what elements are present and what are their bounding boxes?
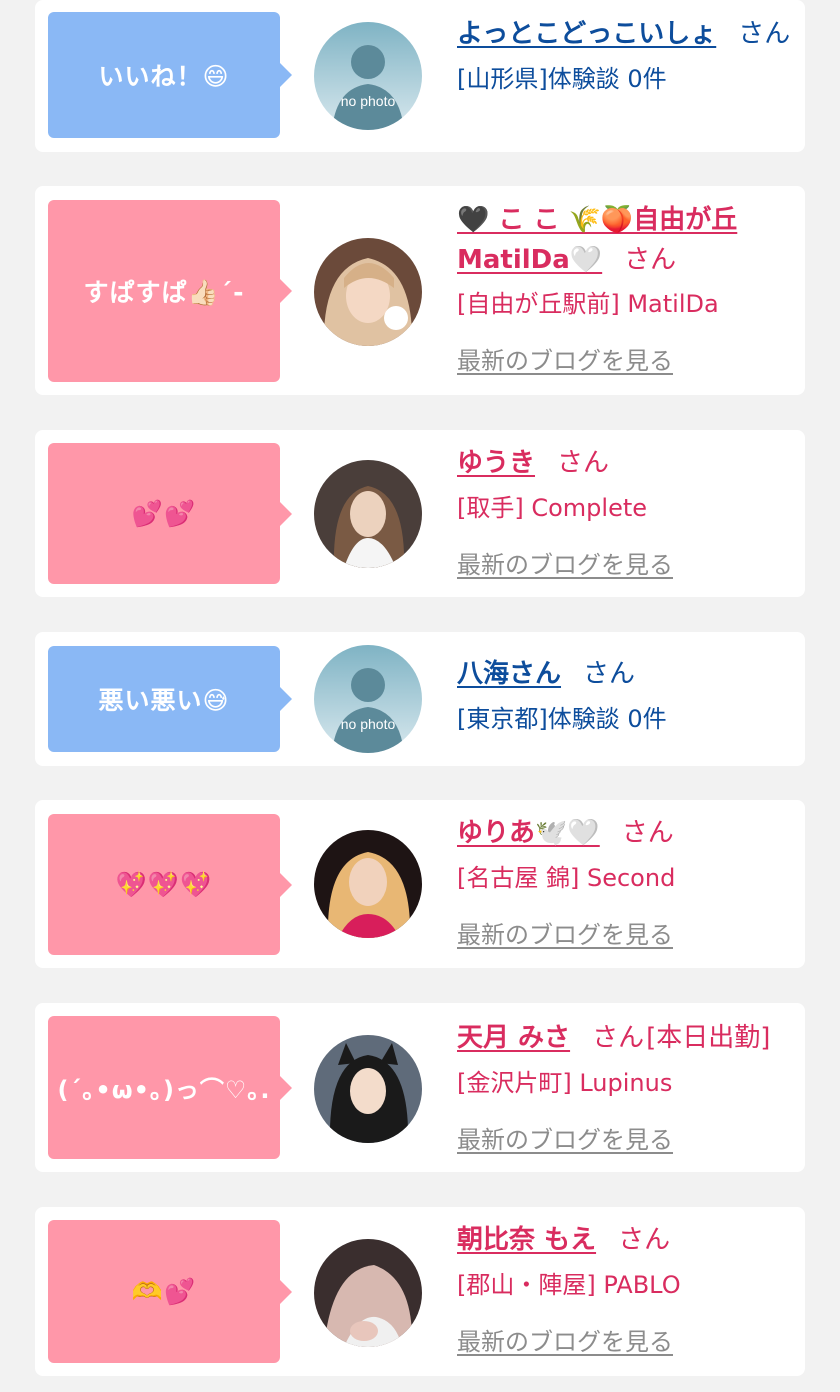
message-text: いいね！😄: [98, 62, 230, 91]
message-text: 💖💖💖: [115, 869, 213, 899]
sender-name-link[interactable]: 🖤 こ こ 🌾🍑自由が丘MatilDa🤍: [457, 205, 737, 275]
message-text: 🫶💕: [131, 1276, 197, 1306]
sender-info: よっとこどっこいしょ さん [山形県]体験談 0件: [457, 14, 791, 97]
sender-detail: [郡山・陣屋] PABLO: [457, 1271, 681, 1299]
message-card: 🫶💕 朝比奈 もえ さん [郡山・陣屋] PABLO 最新のブログを見る: [35, 1207, 805, 1376]
avatar-no-photo-label: no photo: [341, 93, 396, 109]
honorific: さん: [557, 448, 610, 478]
avatar[interactable]: no photo: [314, 22, 422, 130]
message-bubble: (´｡•ω•｡)っ⌒♡｡.: [48, 1016, 292, 1159]
message-text: 💕💕: [131, 498, 197, 528]
sender-detail: [名古屋 錦] Second: [457, 864, 676, 892]
message-card: すぱすぱ👍🏻´- 🖤 こ こ 🌾🍑自由が丘MatilDa🤍 さん [自由が丘駅前]…: [35, 186, 805, 395]
message-card: 悪い悪い😅 no photo 八海さん さん [東京都]体験談 0件: [35, 632, 805, 766]
latest-blog-link[interactable]: 最新のブログを見る: [457, 545, 673, 580]
avatar[interactable]: no photo: [314, 645, 422, 753]
sender-name-link[interactable]: 朝比奈 もえ: [457, 1225, 596, 1255]
sender-name-link[interactable]: 八海さん: [457, 659, 561, 689]
sender-info: 🖤 こ こ 🌾🍑自由が丘MatilDa🤍 さん [自由が丘駅前] MatilDa …: [457, 200, 791, 376]
latest-blog-link[interactable]: 最新のブログを見る: [457, 915, 673, 950]
honorific: さん: [583, 659, 636, 689]
avatar[interactable]: [314, 830, 422, 938]
message-bubble: 🫶💕: [48, 1220, 292, 1363]
honorific: さん: [738, 19, 791, 49]
sender-info: 朝比奈 もえ さん [郡山・陣屋] PABLO 最新のブログを見る: [457, 1220, 791, 1357]
latest-blog-link[interactable]: 最新のブログを見る: [457, 341, 673, 376]
sender-name-link[interactable]: 天月 みさ: [457, 1023, 570, 1053]
sender-detail: [山形県]体験談 0件: [457, 65, 667, 93]
honorific: さん: [621, 818, 674, 848]
sender-detail: [自由が丘駅前] MatilDa: [457, 290, 719, 318]
sender-detail: [取手] Complete: [457, 494, 648, 522]
sender-info: 八海さん さん [東京都]体験談 0件: [457, 654, 791, 737]
sender-info: 天月 みさ さん[本日出勤] [金沢片町] Lupinus 最新のブログを見る: [457, 1018, 791, 1155]
latest-blog-link[interactable]: 最新のブログを見る: [457, 1322, 673, 1357]
sender-detail: [東京都]体験談 0件: [457, 705, 667, 733]
sender-name-link[interactable]: よっとこどっこいしょ: [457, 19, 716, 49]
message-bubble: 悪い悪い😅: [48, 646, 292, 752]
sender-info: ゆりあ🕊️🤍 さん [名古屋 錦] Second 最新のブログを見る: [457, 813, 791, 950]
message-bubble: 💕💕: [48, 443, 292, 584]
latest-blog-link[interactable]: 最新のブログを見る: [457, 1120, 673, 1155]
message-card: 💕💕 ゆうき さん [取手] Complete 最新のブログを見る: [35, 430, 805, 597]
sender-name-link[interactable]: ゆりあ🕊️🤍: [457, 818, 600, 848]
avatar[interactable]: [314, 238, 422, 346]
message-card: (´｡•ω•｡)っ⌒♡｡. 天月 みさ さん[本日出勤] [金沢片町] Lupin…: [35, 1003, 805, 1172]
honorific: さん: [618, 1225, 671, 1255]
honorific: さん: [624, 245, 677, 275]
sender-name-link[interactable]: ゆうき: [457, 448, 535, 478]
message-card: 💖💖💖 ゆりあ🕊️🤍 さん [名古屋 錦] Second 最新のブログを見る: [35, 800, 805, 968]
message-text: すぱすぱ👍🏻´-: [83, 278, 245, 307]
avatar[interactable]: [314, 1239, 422, 1347]
honorific: さん: [592, 1023, 645, 1053]
avatar[interactable]: [314, 1035, 422, 1143]
avatar-no-photo-label: no photo: [341, 716, 396, 732]
message-bubble: すぱすぱ👍🏻´-: [48, 200, 292, 382]
message-text: 悪い悪い😅: [98, 686, 230, 715]
message-bubble: 💖💖💖: [48, 814, 292, 955]
message-card: いいね！😄 no photo よっとこどっこいしょ さん [山形県]体験談 0件: [35, 0, 805, 152]
on-duty-badge: [本日出勤]: [646, 1023, 771, 1053]
sender-info: ゆうき さん [取手] Complete 最新のブログを見る: [457, 443, 791, 580]
message-text: (´｡•ω•｡)っ⌒♡｡.: [57, 1076, 271, 1104]
avatar[interactable]: [314, 460, 422, 568]
sender-detail: [金沢片町] Lupinus: [457, 1069, 673, 1097]
message-bubble: いいね！😄: [48, 12, 292, 138]
